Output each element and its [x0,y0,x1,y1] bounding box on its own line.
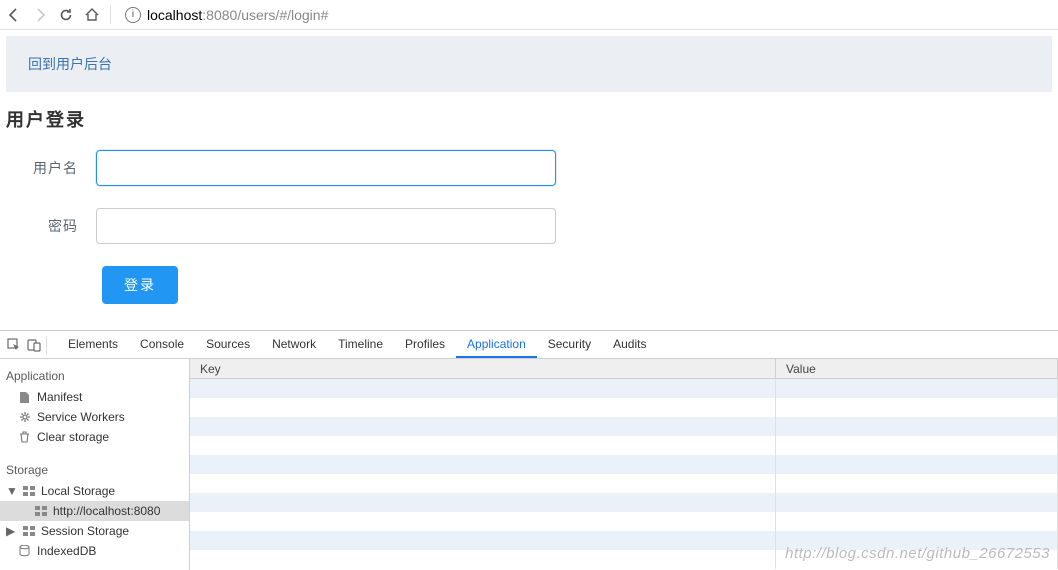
tab-elements[interactable]: Elements [57,331,129,358]
home-icon[interactable] [84,7,100,23]
login-button[interactable]: 登录 [102,266,178,304]
username-input[interactable] [96,150,556,186]
storage-icon [34,505,47,518]
sidebar-item-label: Service Workers [37,410,125,424]
caret-down-icon: ▼ [6,484,16,498]
page-title: 用户登录 [6,106,1058,132]
sidebar-item-label: Local Storage [41,484,115,498]
tab-network[interactable]: Network [261,331,327,358]
tab-profiles[interactable]: Profiles [394,331,456,358]
sidebar-item-local-storage-origin[interactable]: http://localhost:8080 [0,501,189,521]
sidebar-item-local-storage[interactable]: ▼ Local Storage [0,481,189,501]
password-label: 密码 [6,216,96,236]
sidebar-heading-storage: Storage [0,457,189,481]
storage-icon [22,485,35,498]
sidebar-item-service-workers[interactable]: Service Workers [0,407,189,427]
password-input[interactable] [96,208,556,244]
table-row[interactable] [190,531,1058,550]
tab-security[interactable]: Security [537,331,602,358]
banner: 回到用户后台 [6,36,1052,92]
table-row[interactable] [190,550,1058,569]
sidebar-item-label: Session Storage [41,524,129,538]
tab-timeline[interactable]: Timeline [327,331,394,358]
password-row: 密码 [6,208,1058,244]
storage-icon [22,525,35,538]
tab-audits[interactable]: Audits [602,331,657,358]
browser-toolbar: i localhost:8080/users/#/login# [0,0,1058,30]
tab-sources[interactable]: Sources [195,331,261,358]
table-row[interactable] [190,455,1058,474]
forward-icon [32,7,48,23]
page-content: 回到用户后台 用户登录 用户名 密码 登录 [0,30,1058,330]
url-host: localhost [147,7,202,23]
username-label: 用户名 [6,158,96,178]
table-row[interactable] [190,379,1058,398]
table-row[interactable] [190,436,1058,455]
table-row[interactable] [190,417,1058,436]
devtools-tabs: Elements Console Sources Network Timelin… [57,331,657,358]
devtools-body: Application Manifest Service Workers Cle… [0,359,1058,570]
tab-console[interactable]: Console [129,331,195,358]
username-row: 用户名 [6,150,1058,186]
gear-icon [18,411,31,424]
url-bar[interactable]: i localhost:8080/users/#/login# [121,7,1052,23]
document-icon [18,391,31,404]
inspect-element-icon[interactable] [6,337,22,353]
devtools-sidebar: Application Manifest Service Workers Cle… [0,359,190,570]
sidebar-item-label: IndexedDB [37,544,96,558]
table-row[interactable] [190,474,1058,493]
sidebar-heading-application: Application [0,363,189,387]
separator [46,336,47,354]
device-toggle-icon[interactable] [26,337,42,353]
sidebar-item-label: Clear storage [37,430,109,444]
sidebar-item-label: Manifest [37,390,82,404]
sidebar-item-session-storage[interactable]: ▶ Session Storage [0,521,189,541]
login-form: 用户名 密码 登录 [0,150,1058,304]
column-value[interactable]: Value [776,359,1058,378]
url-text: localhost:8080/users/#/login# [147,7,328,23]
table-row[interactable] [190,493,1058,512]
table-row[interactable] [190,398,1058,417]
back-icon[interactable] [6,7,22,23]
site-info-icon[interactable]: i [125,7,141,23]
table-row[interactable] [190,512,1058,531]
devtools-tabbar: Elements Console Sources Network Timelin… [0,331,1058,359]
storage-table-header: Key Value [190,359,1058,379]
url-path: /users/#/login# [237,7,328,23]
database-icon [18,545,31,558]
sidebar-item-manifest[interactable]: Manifest [0,387,189,407]
storage-table-body[interactable] [190,379,1058,570]
caret-right-icon: ▶ [6,524,16,538]
url-port: :8080 [202,7,237,23]
reload-icon[interactable] [58,7,74,23]
back-to-admin-link[interactable]: 回到用户后台 [28,56,112,72]
tab-application[interactable]: Application [456,331,537,358]
separator [110,6,111,24]
sidebar-item-label: http://localhost:8080 [53,504,160,518]
devtools-panel: Elements Console Sources Network Timelin… [0,330,1058,570]
trash-icon [18,431,31,444]
sidebar-item-clear-storage[interactable]: Clear storage [0,427,189,447]
sidebar-item-indexeddb[interactable]: IndexedDB [0,541,189,561]
column-key[interactable]: Key [190,359,776,378]
devtools-main: Key Value [190,359,1058,570]
